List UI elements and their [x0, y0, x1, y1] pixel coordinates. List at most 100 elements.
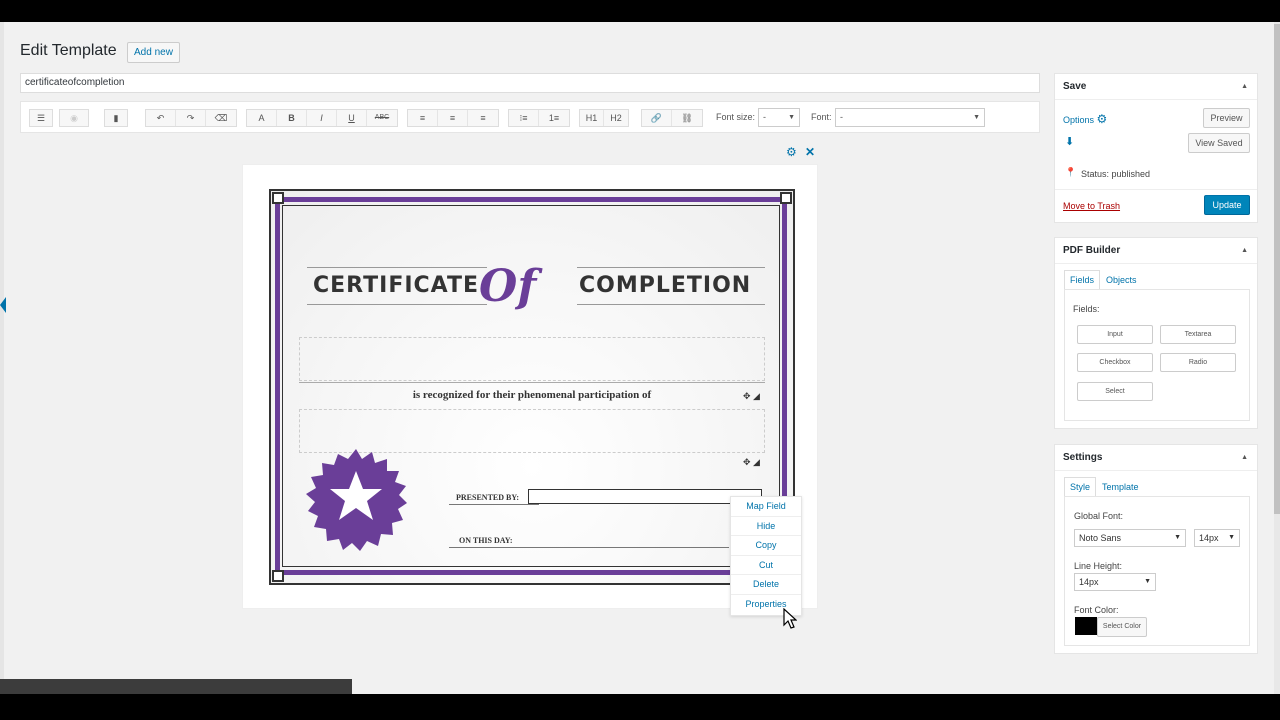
- left-edge: [0, 22, 4, 694]
- fields-panel: Fields: Input Textarea Checkbox Radio Se…: [1064, 289, 1250, 421]
- h1-button[interactable]: H1: [580, 110, 604, 126]
- field-input-button[interactable]: Input: [1077, 325, 1153, 344]
- add-new-button[interactable]: Add new: [127, 42, 180, 63]
- history-group: ↶ ↷ ⌫: [145, 109, 237, 127]
- undo-icon[interactable]: ↶: [146, 110, 176, 126]
- link-icon[interactable]: 🔗: [642, 110, 672, 126]
- align-left-icon[interactable]: ≡: [408, 110, 438, 126]
- font-color-label: Font Color:: [1074, 605, 1119, 615]
- field-textarea-button[interactable]: Textarea: [1160, 325, 1236, 344]
- heading-word-completion: COMPLETION: [579, 273, 752, 298]
- heading-rule: [307, 267, 487, 268]
- font-size-label: Font size:: [716, 112, 756, 122]
- pin-status-icon: 📍: [1065, 167, 1077, 177]
- move-resize-handles[interactable]: ✥ ◢: [743, 391, 760, 402]
- recipient-line: [299, 382, 765, 383]
- numbered-list-icon[interactable]: 1≡: [539, 110, 569, 126]
- font-select[interactable]: - ▼: [835, 108, 985, 127]
- canvas-settings-gear-icon[interactable]: ⚙: [786, 145, 797, 159]
- context-hide[interactable]: Hide: [731, 517, 801, 537]
- align-center-icon[interactable]: ≡: [438, 110, 468, 126]
- font-value: -: [840, 112, 843, 122]
- format-group: A B I U ABC: [246, 109, 398, 127]
- field-checkbox-button[interactable]: Checkbox: [1077, 353, 1153, 372]
- settings-title: Settings: [1063, 452, 1103, 463]
- collapse-toggle-icon[interactable]: ▲: [1241, 445, 1248, 471]
- recipient-name-field[interactable]: [299, 337, 765, 381]
- h2-button[interactable]: H2: [604, 110, 628, 126]
- template-name-input[interactable]: certificateofcompletion: [20, 73, 1040, 93]
- bold-icon[interactable]: B: [277, 110, 307, 126]
- font-size-value: -: [763, 112, 766, 122]
- font-color-swatch[interactable]: [1075, 617, 1097, 635]
- global-font-value: Noto Sans: [1079, 533, 1122, 543]
- chevron-down-icon: ▼: [1144, 578, 1151, 585]
- paste-icon[interactable]: ▮: [104, 109, 128, 127]
- heading-rule: [307, 304, 487, 305]
- settings-header[interactable]: Settings ▲: [1055, 445, 1257, 471]
- strikethrough-icon[interactable]: ABC: [367, 110, 397, 126]
- pin-icon[interactable]: ⬇: [1065, 135, 1074, 148]
- line-height-value: 14px: [1079, 577, 1099, 587]
- italic-icon[interactable]: I: [307, 110, 337, 126]
- heading-rule: [577, 304, 765, 305]
- source-icon[interactable]: ☰: [29, 109, 53, 127]
- tab-template[interactable]: Template: [1096, 477, 1145, 497]
- page-title: Edit Template: [20, 42, 117, 59]
- bullet-list-icon[interactable]: ⁝≡: [509, 110, 539, 126]
- update-button[interactable]: Update: [1204, 195, 1250, 215]
- pdf-builder-tabs: Fields Objects: [1064, 270, 1143, 290]
- font-size-select[interactable]: - ▼: [758, 108, 800, 127]
- align-right-icon[interactable]: ≡: [468, 110, 498, 126]
- link-group: 🔗 ⛓: [641, 109, 703, 127]
- pdf-builder-header[interactable]: PDF Builder ▲: [1055, 238, 1257, 264]
- scrollbar-thumb[interactable]: [1274, 24, 1280, 514]
- field-radio-button[interactable]: Radio: [1160, 353, 1236, 372]
- recognized-text: is recognized for their phenomenal parti…: [412, 389, 652, 401]
- style-panel: Global Font: Noto Sans ▼ 14px ▼ Line Hei…: [1064, 496, 1250, 646]
- preview-eye-icon[interactable]: ◉: [59, 109, 89, 127]
- tab-style[interactable]: Style: [1064, 477, 1097, 497]
- presented-by-input[interactable]: [528, 489, 762, 504]
- heading-word-certificate: CERTIFICATE: [313, 273, 480, 298]
- horizontal-scrollbar[interactable]: [0, 679, 352, 694]
- unlink-icon[interactable]: ⛓: [672, 110, 702, 126]
- collapse-toggle-icon[interactable]: ▲: [1241, 74, 1248, 100]
- redo-icon[interactable]: ↷: [176, 110, 206, 126]
- context-copy[interactable]: Copy: [731, 536, 801, 556]
- save-box-header[interactable]: Save ▲: [1055, 74, 1257, 100]
- collapse-arrow-icon[interactable]: [0, 297, 6, 313]
- chevron-down-icon: ▼: [788, 114, 795, 121]
- options-label: Options: [1063, 115, 1095, 125]
- save-box: Save ▲ Options ⚙ Preview ⬇ View Saved 📍 …: [1054, 73, 1258, 223]
- text-color-icon[interactable]: A: [247, 110, 277, 126]
- font-label: Font:: [811, 112, 832, 122]
- context-map-field[interactable]: Map Field: [731, 497, 801, 517]
- on-this-day-label: ON THIS DAY:: [459, 536, 513, 545]
- global-font-select[interactable]: Noto Sans ▼: [1074, 529, 1186, 547]
- status-text: Status: published: [1081, 169, 1151, 179]
- view-saved-button[interactable]: View Saved: [1188, 133, 1250, 153]
- underline-icon[interactable]: U: [337, 110, 367, 126]
- context-delete[interactable]: Delete: [731, 575, 801, 595]
- collapse-toggle-icon[interactable]: ▲: [1241, 238, 1248, 264]
- chevron-down-icon: ▼: [1228, 534, 1235, 541]
- vertical-scrollbar[interactable]: [1274, 22, 1280, 694]
- select-color-button[interactable]: Select Color: [1097, 617, 1147, 637]
- eraser-icon[interactable]: ⌫: [206, 110, 236, 126]
- tab-fields[interactable]: Fields: [1064, 270, 1101, 290]
- global-font-size-select[interactable]: 14px ▼: [1194, 529, 1240, 547]
- gear-icon: ⚙: [1096, 112, 1108, 126]
- options-link[interactable]: Options ⚙: [1063, 112, 1107, 126]
- move-to-trash-link[interactable]: Move to Trash: [1063, 201, 1120, 211]
- chevron-down-icon: ▼: [1174, 534, 1181, 541]
- preview-button[interactable]: Preview: [1203, 108, 1250, 128]
- move-resize-handles[interactable]: ✥ ◢: [743, 457, 760, 468]
- line-height-select[interactable]: 14px ▼: [1074, 573, 1156, 591]
- screen: Edit Template Add new certificateofcompl…: [0, 22, 1280, 694]
- field-select-button[interactable]: Select: [1077, 382, 1153, 401]
- heading-rule: [577, 267, 765, 268]
- canvas-close-icon[interactable]: ✕: [805, 145, 815, 159]
- tab-objects[interactable]: Objects: [1100, 270, 1143, 290]
- context-cut[interactable]: Cut: [731, 556, 801, 576]
